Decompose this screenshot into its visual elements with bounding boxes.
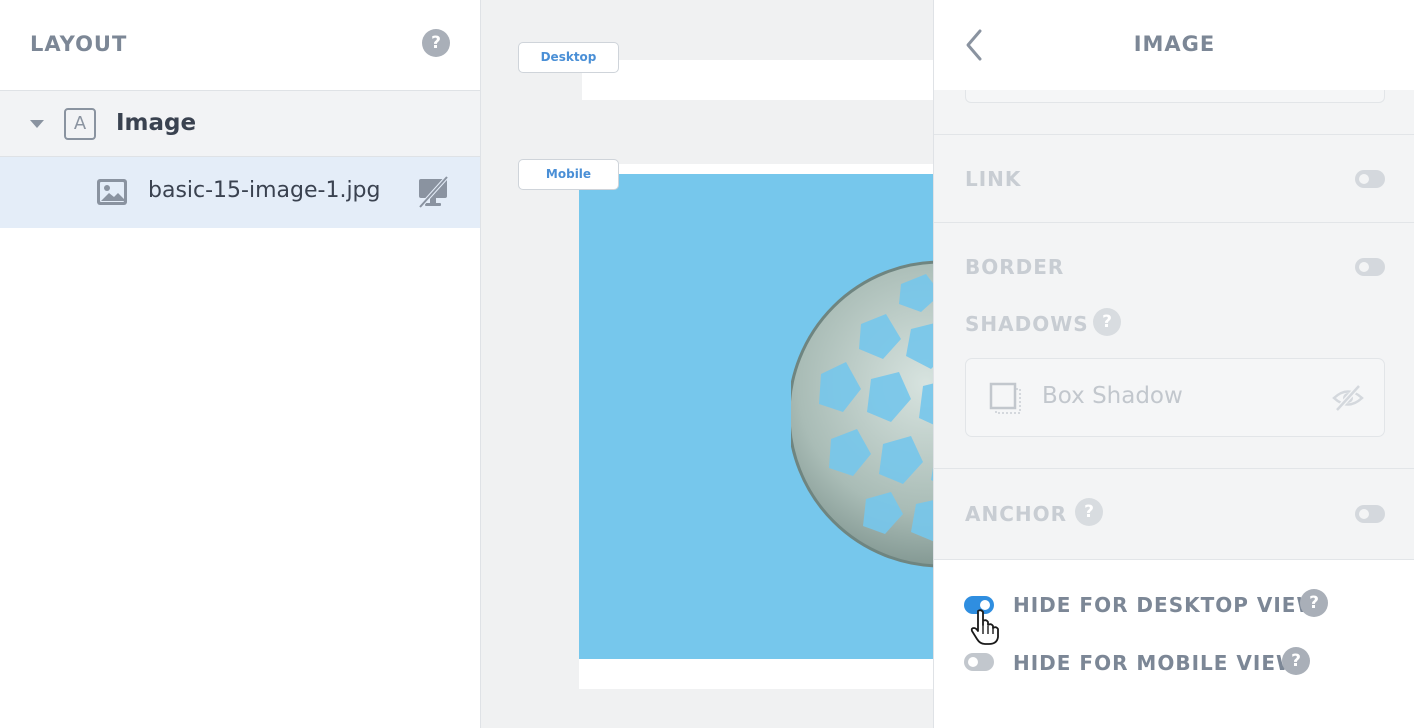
link-section-label: LINK: [965, 167, 1022, 191]
wireframe-sphere-image: [791, 260, 934, 568]
text-block-icon: A: [64, 108, 96, 140]
hand-cursor-icon: [970, 609, 999, 645]
border-section-label: BORDER: [965, 255, 1065, 279]
shadows-section-label: SHADOWS: [965, 312, 1089, 336]
hide-mobile-label: HIDE FOR MOBILE VIEW: [1013, 651, 1300, 675]
tree-item-label: basic-15-image-1.jpg: [148, 178, 381, 203]
tree-item-image-block[interactable]: A Image: [0, 91, 480, 157]
box-shadow-item[interactable]: Box Shadow: [965, 358, 1385, 437]
hide-mobile-toggle[interactable]: [964, 653, 994, 671]
tree-item-label: Image: [116, 110, 197, 136]
divider: [934, 468, 1414, 469]
desktop-preview[interactable]: [582, 60, 934, 100]
desktop-hidden-icon[interactable]: [416, 175, 450, 209]
mobile-image[interactable]: [579, 174, 934, 659]
settings-header: IMAGE: [934, 0, 1414, 90]
settings-title: IMAGE: [1133, 32, 1216, 56]
desktop-tag: Desktop: [518, 42, 619, 73]
tree-item-image-file[interactable]: basic-15-image-1.jpg: [0, 157, 480, 228]
anchor-help-icon[interactable]: ?: [1075, 498, 1103, 526]
divider: [934, 134, 1414, 135]
anchor-toggle[interactable]: [1355, 505, 1385, 523]
layout-help-icon[interactable]: ?: [422, 29, 450, 57]
settings-panel: IMAGE LINK BORDER SHADOWS ? Box Shadow A…: [933, 0, 1414, 728]
box-shadow-label: Box Shadow: [1042, 383, 1183, 409]
layout-panel-header: LAYOUT ?: [0, 0, 480, 91]
shadows-help-icon[interactable]: ?: [1093, 308, 1121, 336]
layout-panel-title: LAYOUT: [30, 32, 128, 56]
hide-mobile-help-icon[interactable]: ?: [1282, 647, 1310, 675]
caret-down-icon[interactable]: [30, 120, 44, 128]
divider: [934, 222, 1414, 223]
hide-desktop-label: HIDE FOR DESKTOP VIEW: [1013, 593, 1320, 617]
layout-panel: LAYOUT ? A Image basic-15-image-1.jpg: [0, 0, 481, 728]
visibility-section: HIDE FOR DESKTOP VIEW ? HIDE FOR MOBILE …: [934, 559, 1414, 728]
box-shadow-icon: [989, 382, 1021, 414]
hide-desktop-help-icon[interactable]: ?: [1300, 589, 1328, 617]
link-toggle[interactable]: [1355, 170, 1385, 188]
mobile-preview[interactable]: [579, 164, 934, 689]
eye-off-icon[interactable]: [1332, 383, 1364, 413]
border-toggle[interactable]: [1355, 258, 1385, 276]
anchor-section-label: ANCHOR: [965, 502, 1068, 526]
editor-canvas: Desktop Mobile: [482, 0, 934, 728]
image-icon: [97, 179, 127, 205]
mobile-tag: Mobile: [518, 159, 619, 190]
